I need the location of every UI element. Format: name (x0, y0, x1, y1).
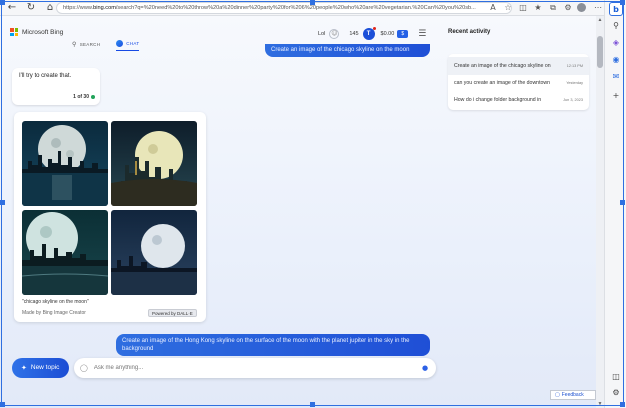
recent-item-date: 12:13 PM (566, 64, 583, 68)
address-bar[interactable]: https://www.bing.com/search?q=%20need%20… (56, 2, 512, 14)
image-caption: "chicago skyline on the moon" (22, 299, 89, 305)
tab-search[interactable]: ⚲ SEARCH (72, 40, 100, 51)
bing-chat-app: Microsoft Bing ⚲ SEARCH CHAT Lol ☺ 145 T… (0, 16, 596, 408)
new-topic-button[interactable]: ✦ New topic (12, 358, 69, 378)
back-icon[interactable]: ← (5, 1, 19, 15)
resize-handle[interactable] (0, 402, 5, 407)
balance-text[interactable]: $0.00 (381, 31, 395, 37)
new-topic-label: New topic (30, 364, 60, 371)
page-scrollbar[interactable]: ▲ ▼ (596, 16, 604, 408)
refresh-icon[interactable]: ↻ (24, 1, 38, 15)
feedback-button[interactable]: ▢ Feedback (550, 390, 596, 400)
recent-item-text: How do i change folder background in (454, 97, 542, 103)
bing-logo[interactable]: Microsoft Bing (10, 28, 63, 36)
recent-activity-list: Create an image of the chicago skyline o… (448, 54, 589, 110)
user-name[interactable]: Lol (318, 31, 325, 37)
recent-item[interactable]: How do i change folder background in Jun… (448, 91, 589, 109)
chat-icon (116, 40, 124, 47)
powered-by-badge: Powered by DALL·E (148, 309, 197, 317)
resize-handle[interactable] (620, 200, 625, 205)
image-results-card: "chicago skyline on the moon" Made by Bi… (14, 112, 206, 322)
turn-counter: 1 of 30 (73, 94, 95, 100)
split-screen-icon[interactable]: ◫ (517, 1, 529, 14)
hamburger-menu-icon[interactable]: ☰ (418, 29, 426, 39)
resize-handle[interactable] (0, 200, 5, 205)
turn-counter-text: 1 of 30 (73, 94, 89, 100)
resize-handle[interactable] (620, 0, 625, 5)
bot-reply-text: I'll try to create that. (19, 73, 72, 79)
rewards-points[interactable]: 145 (349, 31, 358, 37)
chat-composer: ◯ ● (74, 358, 436, 378)
microphone-icon[interactable]: ● (422, 363, 428, 373)
url-domain: bing.com (93, 5, 116, 11)
resize-handle[interactable] (620, 402, 625, 407)
generated-image-4[interactable] (111, 210, 197, 295)
resize-handle[interactable] (310, 402, 315, 407)
tab-chat[interactable]: CHAT (116, 40, 140, 51)
rewards-icon[interactable]: T (362, 27, 376, 40)
search-icon: ⚲ (72, 40, 77, 48)
recent-item-text: Create an image of the chicago skyline o… (454, 63, 551, 69)
settings-gear-icon[interactable]: ⚙ (609, 386, 623, 400)
image-creator-credit: Made by Bing Image Creator (22, 310, 86, 316)
generated-image-2[interactable] (111, 121, 197, 206)
scroll-up-icon[interactable]: ▲ (596, 16, 604, 24)
user-message-hong-kong: Create an image of the Hong Kong skyline… (116, 334, 430, 356)
search-icon[interactable]: ⚲ (609, 19, 623, 33)
user-message-chicago: Create an image of the chicago skyline o… (265, 44, 430, 57)
account-area: Lol ☺ 145 T $0.00 $ ☰ (318, 27, 426, 40)
broom-icon: ✦ (21, 364, 27, 372)
extensions-icon[interactable]: ⚙ (562, 1, 574, 14)
mode-tabs: ⚲ SEARCH CHAT (72, 40, 140, 51)
notification-dot (372, 27, 376, 30)
camera-icon[interactable]: ◯ (80, 364, 88, 372)
outlook-icon[interactable]: ✉ (609, 70, 623, 84)
status-dot-icon (91, 95, 95, 99)
favorites-bar-icon[interactable]: ★ (532, 1, 544, 14)
microsoft-logo-icon (10, 28, 18, 36)
coin-icon[interactable]: $ (397, 30, 409, 38)
feedback-icon: ▢ (555, 392, 560, 398)
scroll-down-icon[interactable]: ▼ (596, 400, 604, 408)
feedback-label: Feedback (561, 392, 584, 398)
recent-item[interactable]: can you create an image of the downtown … (448, 74, 589, 92)
favorite-star-icon[interactable]: ☆ (502, 1, 514, 14)
url-prefix: https://www. (63, 5, 94, 11)
profile-icon[interactable] (577, 1, 589, 14)
scroll-thumb[interactable] (597, 36, 603, 68)
user-avatar-icon[interactable]: ☺ (329, 29, 340, 39)
bot-message: I'll try to create that. 1 of 30 (12, 68, 100, 105)
recent-item-date: Jun 3, 2023 (563, 98, 583, 102)
recent-item-text: can you create an image of the downtown (454, 80, 551, 86)
tab-chat-label: CHAT (126, 41, 140, 46)
tab-search-label: SEARCH (79, 41, 101, 47)
sidebar-layout-icon[interactable]: ◫ (609, 370, 623, 384)
tools-icon[interactable]: ◉ (609, 53, 623, 67)
resize-handle[interactable] (0, 0, 5, 5)
generated-image-3[interactable] (22, 210, 108, 295)
recent-activity-title: Recent activity (448, 29, 491, 35)
shopping-icon[interactable]: ◈ (609, 36, 623, 50)
read-aloud-icon[interactable]: A (487, 1, 499, 14)
ask-input[interactable] (93, 365, 414, 371)
generated-image-1[interactable] (22, 121, 108, 206)
logo-text: Microsoft Bing (22, 28, 64, 36)
add-icon[interactable]: + (609, 89, 623, 103)
url-path: /search?q=%20need%20to%20throw%20a%20din… (115, 5, 476, 11)
recent-item[interactable]: Create an image of the chicago skyline o… (448, 57, 589, 75)
collections-icon[interactable]: ⧉ (547, 1, 559, 14)
recent-item-date: Yesterday (566, 81, 583, 85)
resize-handle[interactable] (310, 0, 315, 5)
more-options-icon[interactable]: ⋯ (592, 1, 604, 14)
home-icon[interactable]: ⌂ (43, 1, 57, 15)
